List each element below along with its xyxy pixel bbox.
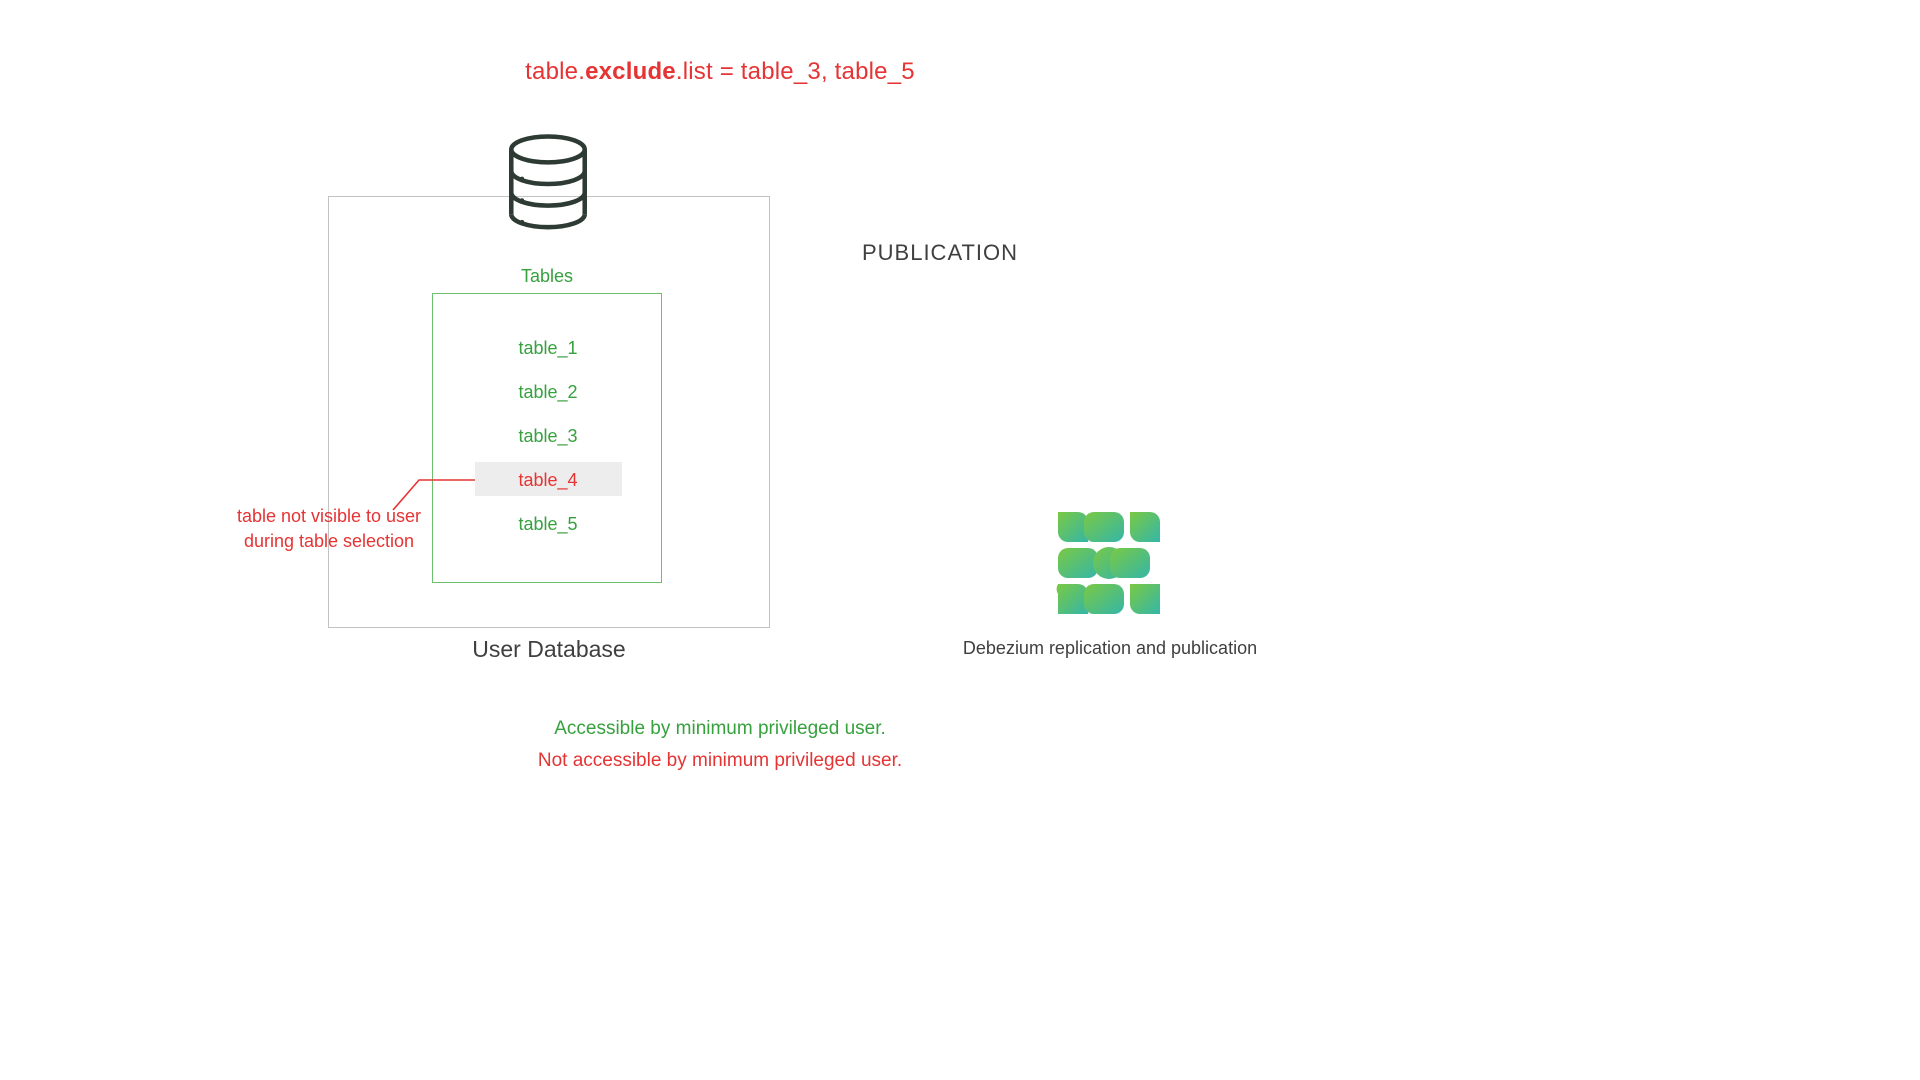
tables-box: table_1 table_2 table_3 table_4 table_5 [432, 293, 662, 583]
config-prefix: table. [525, 58, 585, 85]
debezium-icon [1054, 508, 1164, 618]
table-item-1: table_1 [433, 338, 663, 359]
callout-line1: table not visible to user [237, 506, 421, 526]
legend-accessible: Accessible by minimum privileged user. [0, 718, 1440, 740]
database-icon [494, 130, 602, 238]
legend-not-accessible: Not accessible by minimum privileged use… [0, 750, 1440, 772]
table-item-5: table_5 [433, 514, 663, 535]
table-item-2: table_2 [433, 382, 663, 403]
callout-text: table not visible to user during table s… [224, 504, 434, 554]
publication-title: PUBLICATION [770, 240, 1110, 266]
debezium-label: Debezium replication and publication [960, 638, 1260, 659]
config-expression: table.exclude.list = table_3, table_5 [0, 58, 1440, 86]
tables-heading: Tables [432, 266, 662, 287]
callout-line2: during table selection [244, 531, 414, 551]
table-item-3: table_3 [433, 426, 663, 447]
config-bold: exclude [585, 58, 676, 85]
diagram-stage: table.exclude.list = table_3, table_5 PU… [0, 0, 1440, 810]
config-suffix: .list = table_3, table_5 [676, 58, 915, 85]
user-database-label: User Database [328, 636, 770, 663]
